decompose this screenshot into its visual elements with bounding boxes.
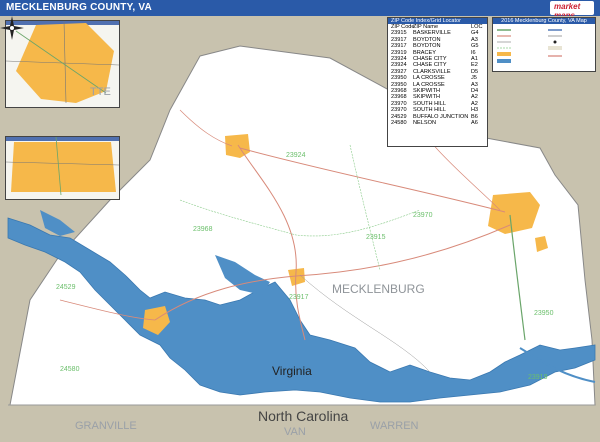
zip-label: 23950 — [534, 310, 554, 317]
state-south-label: North Carolina — [258, 408, 349, 424]
publisher-logo: market maps — [550, 1, 594, 20]
zip-label: 24580 — [60, 366, 80, 373]
zip-label: 23917 — [289, 294, 309, 301]
title-bar: MECKLENBURG COUNTY, VA market maps — [0, 0, 600, 20]
county-label: MECKLENBURG — [332, 282, 425, 296]
zip-label: 23915 — [366, 234, 386, 241]
inset-graphic — [6, 137, 119, 195]
map-legend: 2016 Mecklenburg County, VA Map — [492, 17, 596, 72]
zip-index-table: ZIP Code Index/Grid Locator ZIP Code ZIP… — [387, 17, 488, 147]
compass-rose-icon — [0, 16, 24, 40]
inset-map-south-hill — [5, 136, 120, 200]
neighbor-county-label: GRANVILLE — [75, 420, 137, 432]
neighbor-county-label: VAN — [284, 426, 306, 438]
zip-name: NELSON — [413, 120, 437, 127]
map-title: MECKLENBURG COUNTY, VA — [6, 2, 152, 13]
zip-label: 23970 — [413, 212, 433, 219]
zip-label: 23919 — [528, 374, 548, 381]
table-row: 24580 NELSON A6 — [388, 120, 487, 126]
zip-label: 24529 — [56, 284, 76, 291]
zip-label: 23924 — [286, 152, 306, 159]
state-label: Virginia — [272, 364, 312, 378]
zip-code: 24580 — [391, 120, 407, 127]
map-canvas[interactable]: MECKLENBURG Virginia North Carolina GRAN… — [0, 16, 600, 442]
inset-urban — [11, 142, 116, 192]
zip-label: 23968 — [193, 226, 213, 233]
legend-symbols — [497, 29, 562, 63]
neighbor-county-label: WARREN — [370, 420, 419, 432]
grid-loc: A6 — [471, 120, 478, 127]
lake-arm — [40, 210, 75, 236]
neighbor-county-label: TTE — [90, 86, 111, 98]
